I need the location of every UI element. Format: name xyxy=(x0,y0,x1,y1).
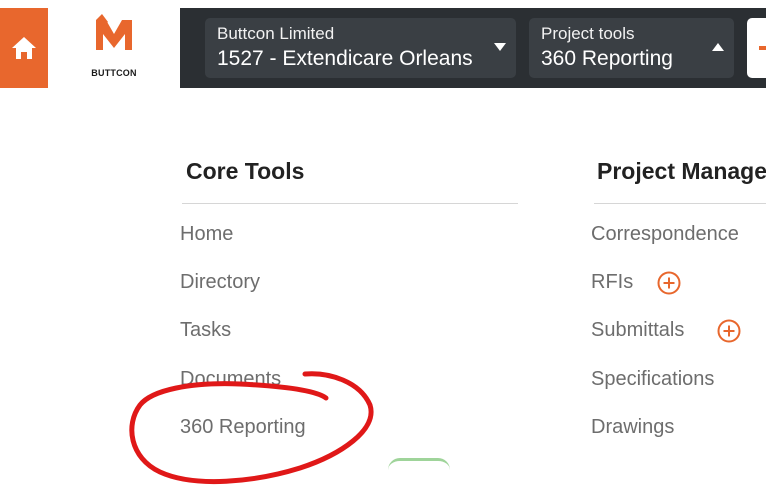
pm-item-drawings[interactable]: Drawings xyxy=(591,416,674,439)
top-navigation-bar: BUTTCON Buttcon Limited 1527 - Extendica… xyxy=(0,8,766,88)
project-management-title: Project Manage xyxy=(597,158,766,184)
header-action-button[interactable] xyxy=(747,18,766,78)
project-tools-value: 360 Reporting xyxy=(541,47,673,70)
project-management-divider xyxy=(594,203,766,204)
pm-item-rfis[interactable]: RFIs xyxy=(591,271,633,294)
company-name: Buttcon Limited xyxy=(217,24,335,43)
add-rfi-icon[interactable] xyxy=(657,271,681,295)
home-button[interactable] xyxy=(0,8,48,88)
company-logo[interactable]: BUTTCON xyxy=(48,8,180,88)
home-icon xyxy=(12,37,36,59)
pm-item-correspondence[interactable]: Correspondence xyxy=(591,223,739,246)
core-tools-item-tasks[interactable]: Tasks xyxy=(180,319,231,342)
partial-green-element xyxy=(388,458,450,470)
core-tools-title: Core Tools xyxy=(186,158,305,184)
core-tools-divider xyxy=(182,203,518,204)
header-action-icon xyxy=(759,46,766,50)
caret-down-icon xyxy=(494,43,506,51)
caret-up-icon xyxy=(712,43,724,51)
company-project-dropdown[interactable]: Buttcon Limited 1527 - Extendicare Orlea… xyxy=(205,18,516,78)
core-tools-item-directory[interactable]: Directory xyxy=(180,271,260,294)
project-name: 1527 - Extendicare Orleans xyxy=(217,47,473,70)
pm-item-submittals[interactable]: Submittals xyxy=(591,319,684,342)
pm-item-specifications[interactable]: Specifications xyxy=(591,368,714,391)
core-tools-item-360-reporting[interactable]: 360 Reporting xyxy=(180,416,306,439)
buttcon-logo-mark xyxy=(96,14,132,50)
add-submittal-icon[interactable] xyxy=(717,319,741,343)
project-tools-label: Project tools xyxy=(541,24,635,43)
core-tools-item-documents[interactable]: Documents xyxy=(180,368,281,391)
project-tools-dropdown[interactable]: Project tools 360 Reporting xyxy=(529,18,734,78)
logo-text: BUTTCON xyxy=(91,68,137,78)
core-tools-item-home[interactable]: Home xyxy=(180,223,233,246)
